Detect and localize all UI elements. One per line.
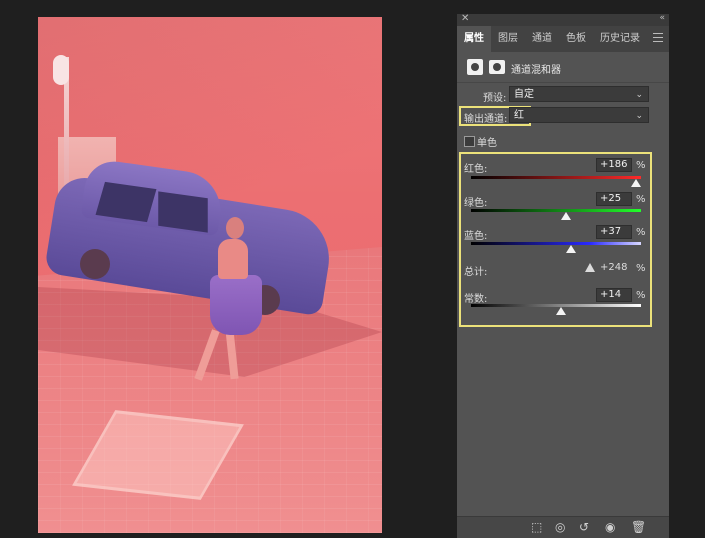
red-slider-track[interactable]	[471, 176, 641, 179]
channel-mixer-icon[interactable]	[467, 59, 483, 75]
chevron-down-icon: ⌄	[635, 90, 643, 100]
red-unit: %	[636, 160, 646, 171]
red-label: 红色:	[464, 164, 488, 175]
monochrome-label: 单色	[477, 138, 497, 149]
eye-icon[interactable]: ◉	[605, 520, 615, 534]
mask-icon[interactable]	[489, 60, 505, 74]
trash-icon[interactable]: 🗑	[631, 520, 646, 534]
street-sign	[53, 55, 69, 85]
blue-unit: %	[636, 227, 646, 238]
car-wheel-rear	[80, 249, 110, 279]
adjustment-title: 通道混和器	[511, 65, 561, 76]
green-value-field[interactable]: +25	[596, 192, 632, 206]
green-slider-track[interactable]	[471, 209, 641, 212]
reset-icon[interactable]: ↺	[579, 520, 589, 534]
person-skirt	[210, 275, 262, 335]
tab-channels[interactable]: 通道	[525, 26, 559, 52]
green-slider-thumb[interactable]	[561, 212, 572, 220]
person-top	[218, 239, 248, 279]
monochrome-checkbox[interactable]	[464, 136, 475, 147]
car-window-front	[158, 191, 208, 233]
total-unit: %	[636, 263, 646, 274]
total-label: 总计:	[464, 267, 488, 278]
document-canvas[interactable]	[38, 17, 382, 533]
preset-value: 自定	[514, 89, 534, 100]
red-value-field[interactable]: +186	[596, 158, 632, 172]
chevron-down-icon: ⌄	[635, 111, 643, 121]
blue-value-field[interactable]: +37	[596, 225, 632, 239]
menu-icon[interactable]	[653, 33, 663, 42]
output-channel-label: 输出通道:	[464, 114, 508, 125]
preset-label: 预设:	[483, 93, 507, 104]
tab-swatches[interactable]: 色板	[559, 26, 593, 52]
person-head	[226, 217, 244, 239]
collapse-icon[interactable]: «	[659, 13, 665, 23]
clip-to-layer-icon[interactable]: ⬚	[531, 520, 542, 534]
constant-unit: %	[636, 290, 646, 301]
adjustment-header: 通道混和器	[457, 54, 669, 83]
warning-icon	[585, 263, 595, 272]
preset-select[interactable]: 自定 ⌄	[509, 86, 649, 102]
green-unit: %	[636, 194, 646, 205]
red-slider-thumb[interactable]	[630, 179, 641, 187]
constant-value-field[interactable]: +14	[596, 288, 632, 302]
green-label: 绿色:	[464, 198, 488, 209]
output-channel-select[interactable]: 红 ⌄	[509, 107, 649, 123]
constant-slider-thumb[interactable]	[556, 307, 567, 315]
tab-layers[interactable]: 图层	[491, 26, 525, 52]
panel-tabs: 属性 图层 通道 色板 历史记录	[457, 26, 669, 52]
output-channel-value: 红	[514, 110, 524, 121]
blue-label: 蓝色:	[464, 231, 488, 242]
blue-slider-thumb[interactable]	[566, 245, 577, 253]
car-window-rear	[95, 181, 157, 223]
view-previous-icon[interactable]: ◎	[555, 520, 565, 534]
blue-slider-track[interactable]	[471, 242, 641, 245]
panel-titlebar: ✕ «	[457, 13, 669, 26]
total-value: +248	[600, 262, 628, 273]
close-icon[interactable]: ✕	[461, 13, 469, 24]
constant-label: 常数:	[464, 294, 488, 305]
properties-panel: ✕ « 属性 图层 通道 色板 历史记录 通道混和器 预设: 自定 ⌄ 输出通道…	[457, 13, 669, 538]
tab-properties[interactable]: 属性	[457, 26, 491, 52]
tab-history[interactable]: 历史记录	[593, 26, 647, 52]
panel-bottom-toolbar: ⬚ ◎ ↺ ◉ 🗑	[457, 516, 669, 538]
